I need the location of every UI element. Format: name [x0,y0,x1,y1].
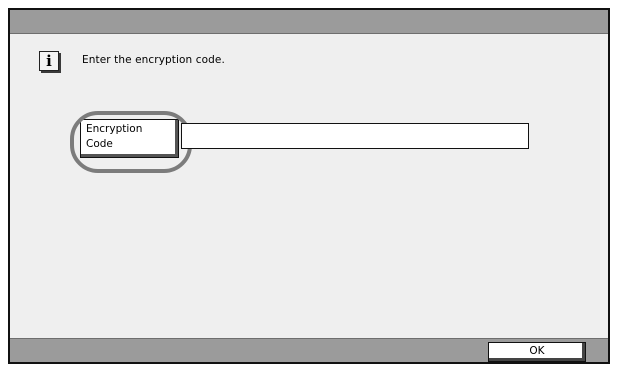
encryption-code-label-line2: Code [86,138,113,150]
encryption-code-label-line1: Encryption [86,123,143,135]
title-bar [10,10,608,34]
info-icon: i [39,51,59,71]
encryption-code-input[interactable] [181,123,529,149]
encryption-code-screen: i Enter the encryption code. Encryption … [8,8,610,364]
ok-button[interactable]: OK [488,342,586,362]
instruction-message: Enter the encryption code. [82,54,225,66]
footer-bar: OK [10,338,608,362]
encryption-code-button[interactable]: Encryption Code [80,119,179,158]
